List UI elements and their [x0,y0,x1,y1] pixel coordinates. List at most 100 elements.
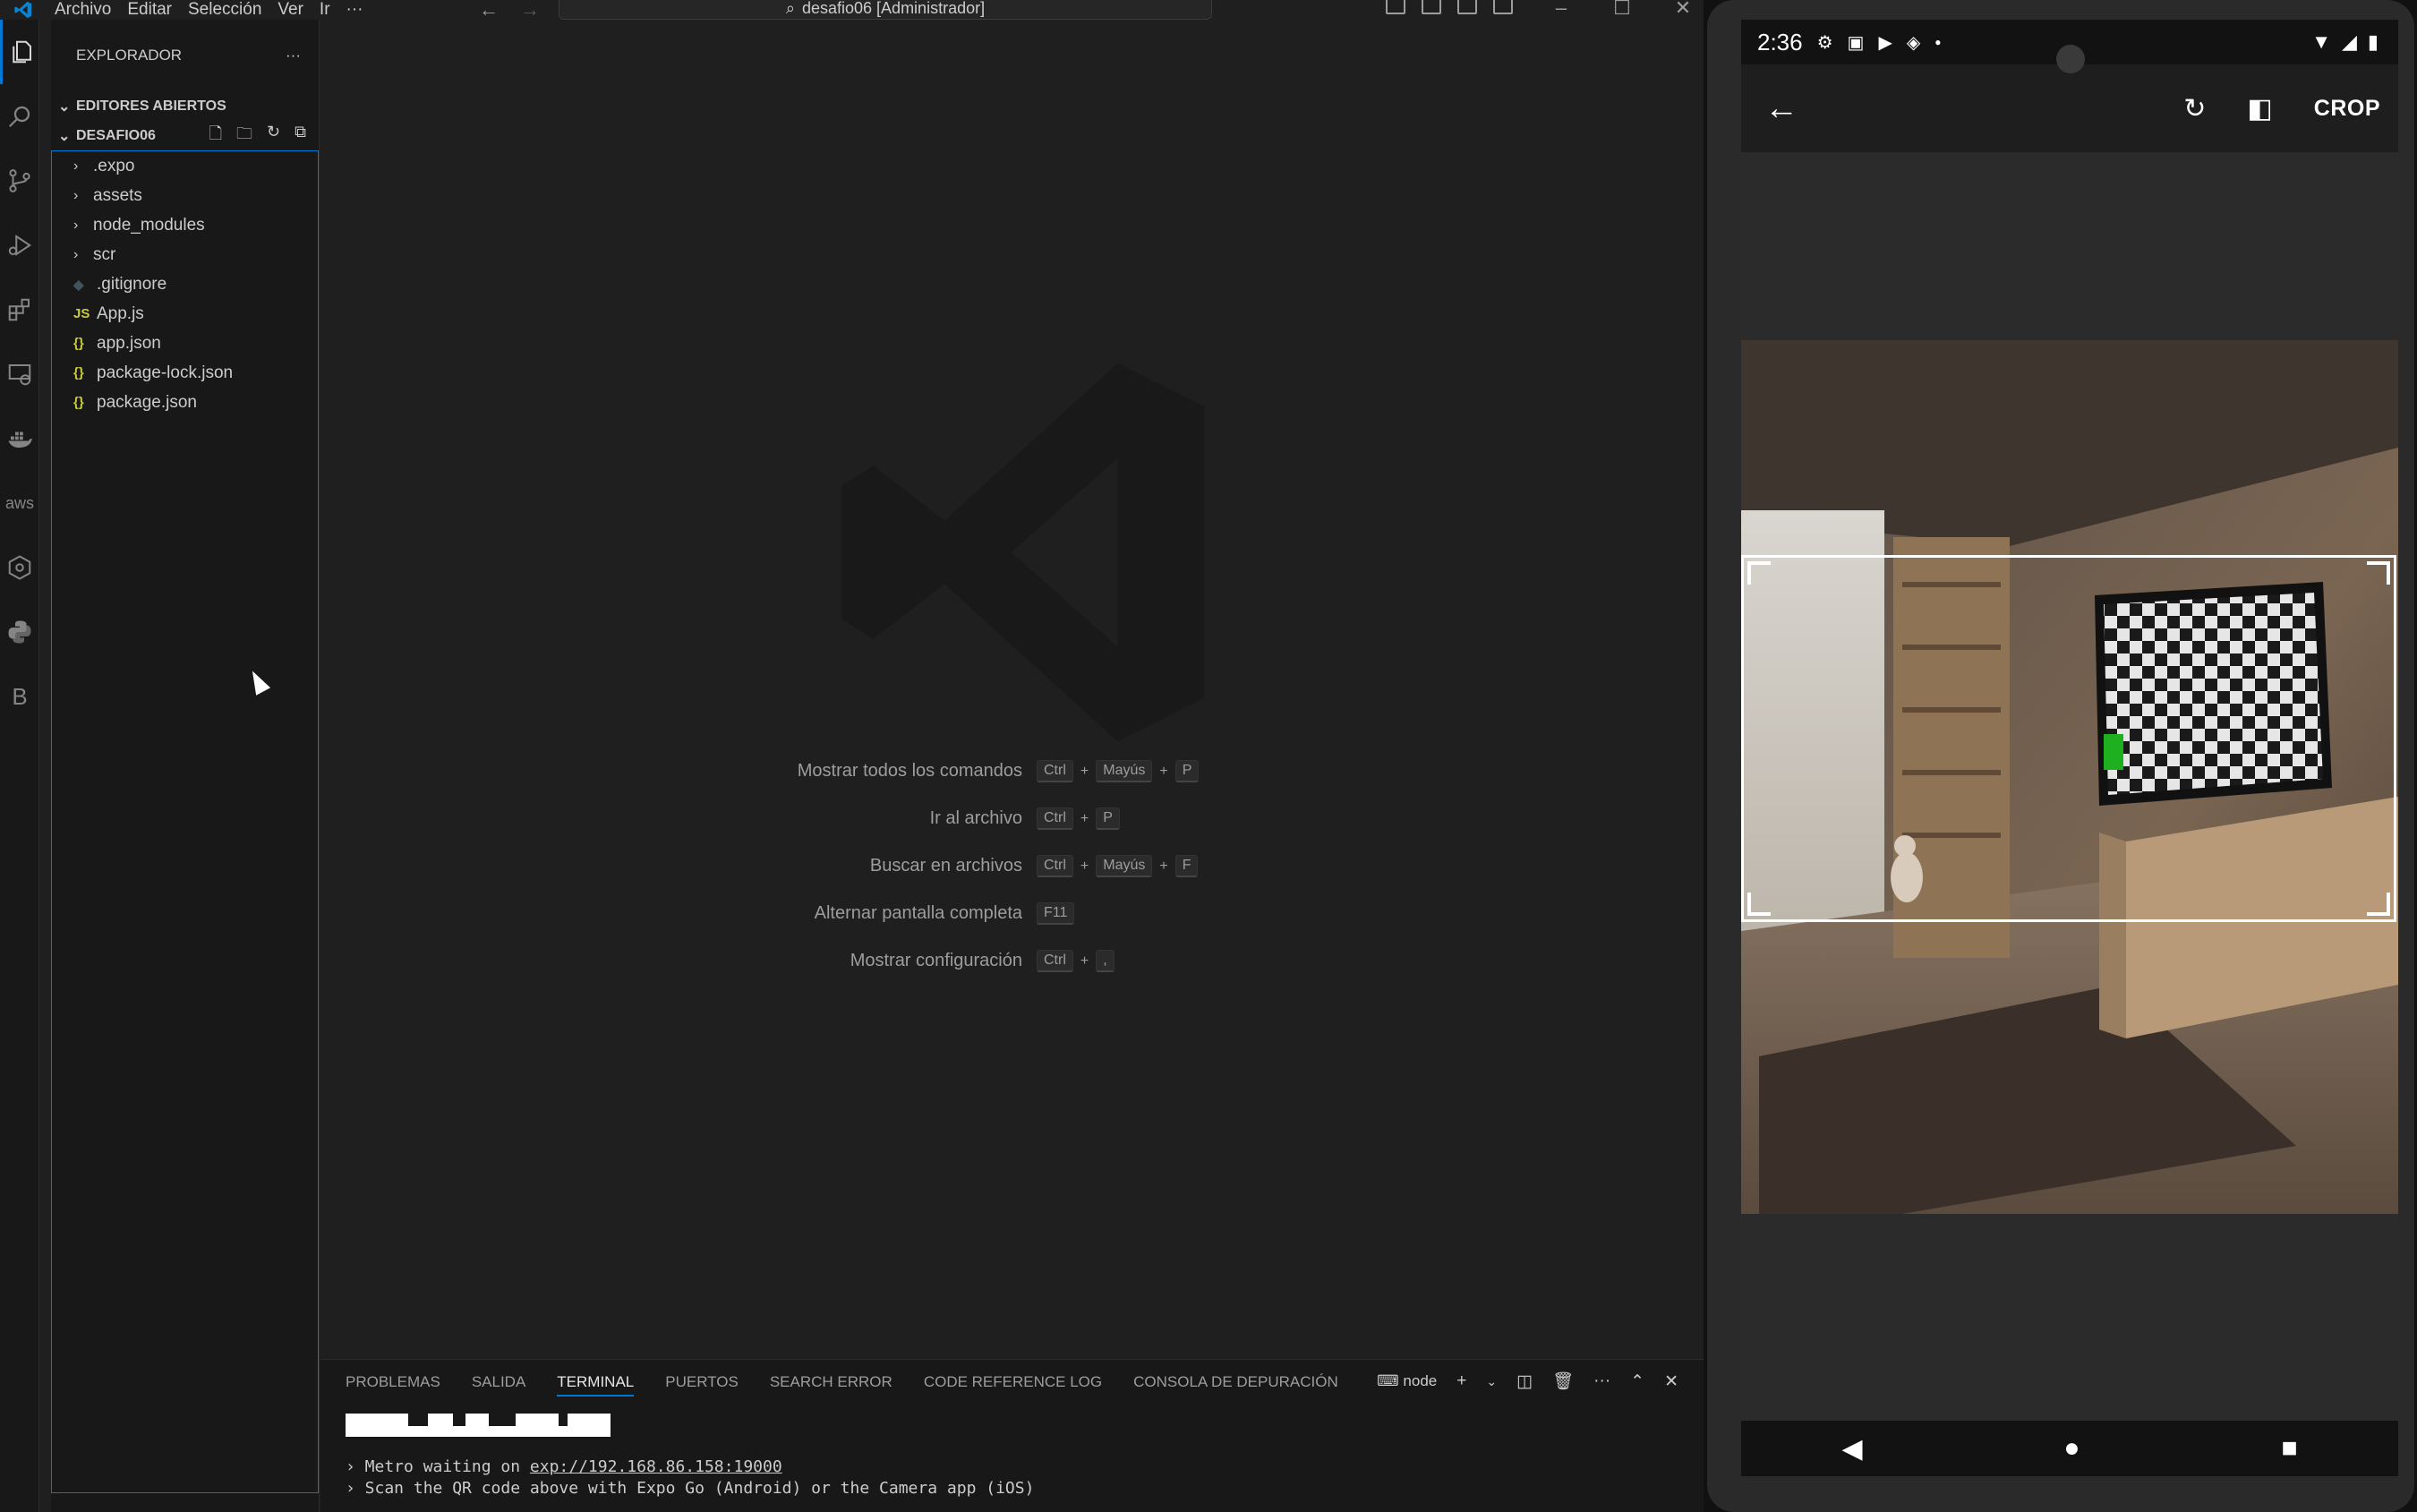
extensions-icon[interactable] [0,278,39,342]
open-editors-label: EDITORES ABIERTOS [76,98,226,114]
tab-terminal[interactable]: TERMINAL [557,1368,635,1397]
crop-selection[interactable] [1741,555,2396,922]
terminal-line: › Scan the QR code above with Expo Go (A… [346,1479,1035,1498]
shortcut-label: Ir al archivo [929,808,1022,828]
signal-icon: ◢ [2341,30,2357,53]
customize-layout-icon[interactable] [1493,0,1513,14]
crop-handle-top-right[interactable] [2367,561,2390,585]
collapse-all-icon[interactable]: ⧉ [295,123,306,149]
rotate-icon[interactable]: ↻ [2183,93,2206,124]
trash-icon[interactable]: 🗑 [1552,1371,1574,1392]
js-file-icon: JS [73,306,90,321]
forward-arrow-icon[interactable]: → [520,0,540,21]
explorer-sidebar: EXPLORADOR ··· ⌄ EDITORES ABIERTOS ⌄ DES… [51,20,320,1512]
key: , [1096,950,1115,972]
settings-icon: ⚙ [1816,32,1833,53]
shortcut-label: Mostrar todos los comandos [797,761,1022,781]
json-file-icon: {} [73,336,84,351]
key: P [1096,807,1120,830]
terminal-shell-selector[interactable]: ⌨ node [1377,1372,1437,1390]
toggle-sidebar-icon[interactable] [1386,0,1405,14]
chevron-down-icon[interactable]: ⌄ [1486,1374,1497,1389]
command-center-search[interactable]: ⌕ desafio06 [Administrador] [559,0,1212,20]
remote-explorer-icon[interactable] [0,342,39,406]
editor-area[interactable]: Mostrar todos los comandos Ctrl + Mayús + … [320,20,1704,1361]
project-tools: 🗋 🗀 ↻ ⧉ [209,123,306,149]
tab-problemas[interactable]: PROBLEMAS [346,1373,440,1391]
shortcut-row: Alternar pantalla completa F11 [750,901,1377,926]
tree-item-label: scr [93,244,116,264]
tree-item-label: package.json [97,392,197,412]
menu-archivo[interactable]: Archivo [47,0,119,20]
tab-salida[interactable]: SALIDA [472,1373,525,1391]
back-arrow-icon[interactable]: ← [479,0,499,21]
play-notification-icon: ▶ [1878,32,1892,53]
file-tree: › .expo › assets › node_modules › scr ◆ .giti… [51,150,319,1493]
source-control-icon[interactable] [0,149,39,213]
menu-editar[interactable]: Editar [119,0,180,20]
shortcut-row: Ir al archivo Ctrl + P [750,807,1377,831]
flip-icon[interactable]: ◧ [2247,93,2272,124]
explorer-more-icon[interactable]: ··· [286,47,301,64]
search-icon[interactable] [0,84,39,149]
chevron-down-icon: ⌄ [58,128,71,144]
tree-item[interactable]: › assets [52,181,318,210]
tab-search-error[interactable]: SEARCH ERROR [770,1373,892,1391]
split-terminal-icon[interactable]: ◫ [1516,1371,1533,1392]
key: F [1174,855,1199,877]
tree-item[interactable]: JS App.js [52,299,318,329]
dot-icon: ● [1934,36,1942,48]
toggle-panel-icon[interactable] [1422,0,1441,14]
close-panel-icon[interactable]: ✕ [1664,1371,1678,1392]
open-editors-section[interactable]: ⌄ EDITORES ABIERTOS [51,91,319,121]
crop-button[interactable]: CROP [2314,96,2380,122]
b-extension-icon[interactable]: B [0,664,39,729]
tab-consola-depuracion[interactable]: CONSOLA DE DEPURACIÓN [1133,1373,1338,1391]
nav-home-icon[interactable]: ● [2063,1433,2080,1464]
menu-more[interactable]: ··· [338,0,372,20]
tree-item[interactable]: {} app.json [52,329,318,358]
kubernetes-icon[interactable] [0,535,39,600]
tree-item[interactable]: ◆ .gitignore [52,269,318,299]
menu-ver[interactable]: Ver [269,0,312,20]
tree-item[interactable]: › scr [52,240,318,269]
refresh-icon[interactable]: ↻ [267,123,280,149]
crop-handle-bottom-left[interactable] [1747,893,1771,916]
new-file-icon[interactable]: 🗋 [209,123,222,149]
toggle-secondary-sidebar-icon[interactable] [1457,0,1477,14]
project-section[interactable]: ⌄ DESAFIO06 🗋 🗀 ↻ ⧉ [51,121,319,150]
maximize-panel-icon[interactable]: ⌃ [1630,1371,1644,1392]
aws-icon[interactable]: aws [0,471,39,535]
tab-code-reference-log[interactable]: CODE REFERENCE LOG [924,1373,1102,1391]
nav-recents-icon[interactable]: ■ [2281,1433,2297,1464]
more-actions-icon[interactable]: ··· [1593,1371,1610,1391]
new-terminal-icon[interactable]: + [1456,1371,1466,1391]
python-icon[interactable] [0,600,39,664]
a-notification-icon: ▣ [1847,32,1865,53]
nav-back-icon[interactable]: ◀ [1841,1433,1862,1465]
tab-puertos[interactable]: PUERTOS [665,1373,739,1391]
minimize-icon[interactable]: – [1531,0,1592,20]
tree-item[interactable]: › .expo [52,151,318,181]
menu-seleccion[interactable]: Selección [180,0,269,20]
new-folder-icon[interactable]: 🗀 [236,123,252,149]
tree-item[interactable]: {} package.json [52,388,318,417]
explorer-icon[interactable] [0,20,39,84]
tree-item[interactable]: {} package-lock.json [52,358,318,388]
crop-handle-top-left[interactable] [1747,561,1771,585]
activity-bar: aws B [0,20,39,1512]
menu-ir[interactable]: Ir [312,0,338,20]
nav-arrows: ← → [479,0,540,21]
tree-item[interactable]: › node_modules [52,210,318,240]
back-arrow-icon[interactable]: ← [1764,90,1798,128]
run-debug-icon[interactable] [0,213,39,278]
docker-icon[interactable] [0,406,39,471]
key: F11 [1037,902,1075,925]
maximize-icon[interactable]: ☐ [1592,0,1653,20]
key: Ctrl [1037,950,1073,972]
metro-link[interactable]: exp://192.168.86.158:19000 [530,1457,782,1476]
crop-handle-bottom-right[interactable] [2367,893,2390,916]
bottom-panel: PROBLEMAS SALIDA TERMINAL PUERTOS SEARCH… [320,1359,1704,1512]
terminal-output[interactable]: › Metro waiting on exp://192.168.86.158:… [320,1414,1704,1499]
window-controls: – ☐ ✕ [1531,0,1713,20]
